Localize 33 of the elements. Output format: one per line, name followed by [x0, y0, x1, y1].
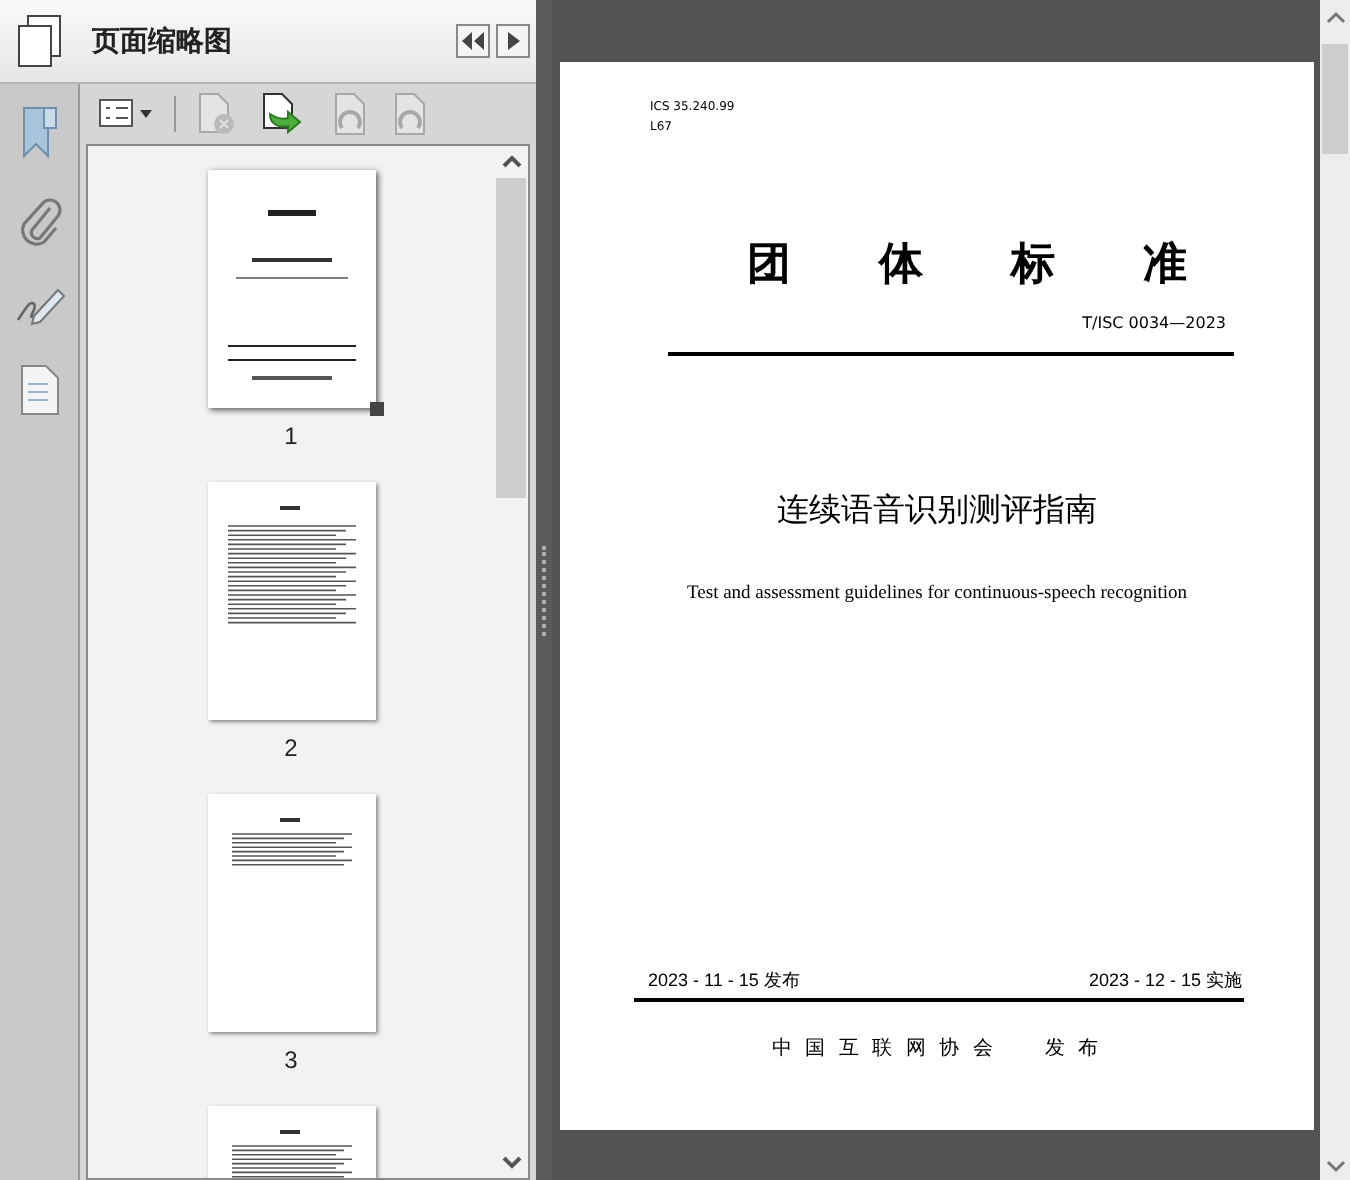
english-title: Test and assessment guidelines for continuous-speech recognition	[685, 581, 1189, 607]
document-title: 连续语音识别测评指南	[775, 491, 1099, 531]
bookmark-icon[interactable]	[19, 104, 59, 160]
page-insert-icon	[260, 92, 304, 136]
expand-button[interactable]	[496, 24, 530, 58]
publisher-name: 中 国 互 联 网 协 会	[771, 1035, 997, 1064]
panel-title: 页面缩略图	[92, 22, 234, 60]
pen-icon[interactable]	[13, 284, 65, 328]
options-icon	[98, 96, 154, 132]
page-number: 1	[284, 420, 298, 454]
page-thumbnail[interactable]	[207, 794, 375, 1032]
page-number: 2	[284, 732, 298, 766]
page-text-drawing	[230, 1130, 352, 1178]
scrollbar-thumb[interactable]	[1322, 44, 1348, 154]
publisher-action: 发 布	[1044, 1035, 1103, 1064]
paperclip-icon[interactable]	[17, 196, 61, 248]
resize-handle[interactable]	[369, 402, 383, 416]
collapse-button[interactable]	[456, 24, 490, 58]
page-number: 3	[284, 1044, 298, 1078]
page-thumbnail[interactable]	[207, 482, 375, 720]
effective-date: 2023 - 12 - 15 实施	[1088, 967, 1242, 994]
options-button[interactable]	[94, 96, 158, 132]
document-icon[interactable]	[19, 364, 59, 416]
double-left-arrow-icon	[462, 32, 484, 50]
standard-number: T/ISC 0034—2023	[1080, 312, 1226, 336]
publish-date: 2023 - 11 - 15 发布	[648, 967, 800, 994]
right-arrow-icon	[507, 32, 519, 50]
page-delete-icon	[196, 92, 236, 136]
pages-icon[interactable]	[16, 13, 64, 69]
page-text-drawing	[226, 506, 356, 624]
standard-heading: 团 体 标 准	[744, 236, 1190, 292]
page-text-drawing	[230, 818, 352, 866]
scrollbar-thumb[interactable]	[496, 178, 526, 498]
